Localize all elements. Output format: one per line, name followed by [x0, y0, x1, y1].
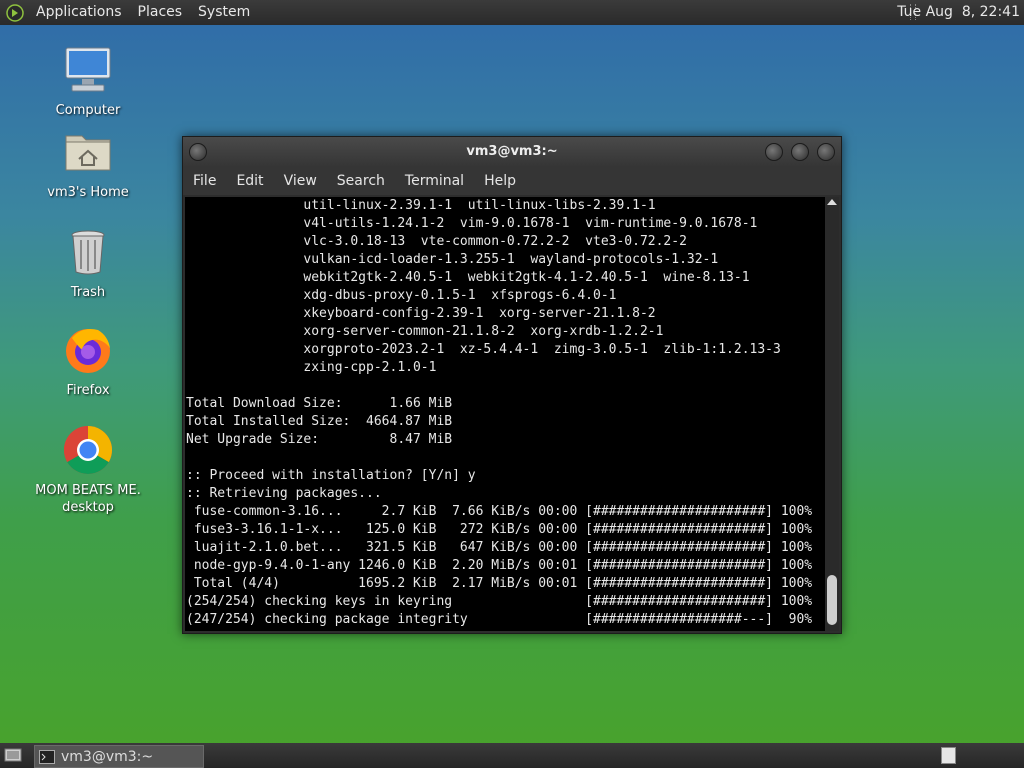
terminal-line: node-gyp-9.4.0-1-any 1246.0 KiB 2.20 MiB…: [186, 558, 813, 573]
window-title: vm3@vm3:~: [466, 144, 558, 159]
terminal-line: Total Installed Size: 4664.87 MiB: [186, 414, 453, 429]
show-desktop-icon[interactable]: [4, 747, 22, 763]
taskbar-window-button[interactable]: vm3@vm3:~: [34, 745, 204, 768]
menu-terminal[interactable]: Terminal: [395, 167, 474, 195]
menu-search[interactable]: Search: [327, 167, 395, 195]
menu-edit[interactable]: Edit: [226, 167, 273, 195]
terminal-line: vlc-3.0.18-13 vte-common-0.72.2-2 vte3-0…: [186, 234, 687, 249]
terminal-line: v4l-utils-1.24.1-2 vim-9.0.1678-1 vim-ru…: [186, 216, 758, 231]
terminal-line: xorg-server-common-21.1.8-2 xorg-xrdb-1.…: [186, 324, 664, 339]
trash-icon: [71, 230, 105, 275]
clock[interactable]: Tue Aug 8, 22:41: [897, 0, 1020, 25]
terminal-line: Net Upgrade Size: 8.47 MiB: [186, 432, 453, 447]
chrome-icon: [63, 426, 113, 475]
terminal-line: util-linux-2.39.1-1 util-linux-libs-2.39…: [186, 198, 656, 213]
terminal-line: webkit2gtk-2.40.5-1 webkit2gtk-4.1-2.40.…: [186, 270, 750, 285]
terminal-line: luajit-2.1.0.bet... 321.5 KiB 647 KiB/s …: [186, 540, 813, 555]
top-panel: Applications Places System Tue Aug 8, 22…: [0, 0, 1024, 25]
desktop-icon-home[interactable]: vm3's Home: [28, 126, 148, 201]
terminal-line: (247/254) checking package integrity [##…: [186, 612, 813, 627]
taskbar-window-label: vm3@vm3:~: [61, 748, 154, 765]
terminal-line: xkeyboard-config-2.39-1 xorg-server-21.1…: [186, 306, 656, 321]
desktop-icon-computer[interactable]: Computer: [28, 44, 148, 119]
terminal-line: :: Proceed with installation? [Y/n] y: [186, 468, 476, 483]
terminal-line: fuse3-3.16.1-1-x... 125.0 KiB 272 KiB/s …: [186, 522, 813, 537]
desktop-icon-label: Trash: [70, 285, 106, 300]
terminal-line: xorgproto-2023.2-1 xz-5.4.4-1 zimg-3.0.5…: [186, 342, 781, 357]
close-button[interactable]: [817, 143, 835, 161]
places-menu[interactable]: Places: [130, 0, 191, 25]
system-menu[interactable]: System: [190, 0, 258, 25]
desktop-icon-trash[interactable]: Trash: [28, 226, 148, 301]
scrollbar-thumb[interactable]: [827, 575, 837, 625]
menu-view[interactable]: View: [274, 167, 327, 195]
window-menu-button[interactable]: [189, 143, 207, 161]
maximize-button[interactable]: [791, 143, 809, 161]
minimize-button[interactable]: [765, 143, 783, 161]
desktop-icon-chrome-launcher[interactable]: MOM BEATS ME. desktop: [28, 424, 148, 516]
terminal-line: fuse-common-3.16... 2.7 KiB 7.66 KiB/s 0…: [186, 504, 813, 519]
terminal-icon: [39, 749, 55, 764]
bottom-panel: vm3@vm3:~: [0, 743, 1024, 768]
distro-logo-icon[interactable]: [6, 3, 24, 22]
top-menu: Applications Places System: [28, 0, 258, 25]
terminal-line: zxing-cpp-2.1.0-1: [186, 360, 437, 375]
terminal-line: :: Retrieving packages...: [186, 486, 382, 501]
desktop-icon-label: Computer: [55, 103, 121, 118]
firefox-icon: [66, 329, 110, 373]
menu-file[interactable]: File: [183, 167, 226, 195]
terminal-line: xdg-dbus-proxy-0.1.5-1 xfsprogs-6.4.0-1: [186, 288, 617, 303]
terminal-scrollbar[interactable]: [825, 197, 839, 631]
terminal-line: Total (4/4) 1695.2 KiB 2.17 MiB/s 00:01 …: [186, 576, 813, 591]
home-folder-icon: [65, 135, 111, 171]
window-titlebar[interactable]: vm3@vm3:~: [183, 137, 841, 167]
scroll-up-arrow-icon[interactable]: [827, 199, 837, 205]
workspace-switcher[interactable]: [941, 747, 956, 764]
desktop-icon-firefox[interactable]: Firefox: [28, 324, 148, 399]
terminal-line: vulkan-icd-loader-1.3.255-1 wayland-prot…: [186, 252, 719, 267]
desktop-icon-label: Firefox: [66, 383, 110, 398]
terminal-line: (254/254) checking keys in keyring [####…: [186, 594, 813, 609]
computer-icon: [65, 47, 111, 92]
terminal-output[interactable]: util-linux-2.39.1-1 util-linux-libs-2.39…: [185, 197, 825, 631]
terminal-line: [185, 377, 825, 395]
desktop-icon-label: MOM BEATS ME. desktop: [35, 483, 141, 515]
applications-menu[interactable]: Applications: [28, 0, 130, 25]
desktop-icon-label: vm3's Home: [47, 185, 129, 200]
terminal-window[interactable]: vm3@vm3:~ File Edit View Search Terminal…: [182, 136, 842, 634]
terminal-line: [185, 449, 825, 467]
terminal-line: Total Download Size: 1.66 MiB: [186, 396, 453, 411]
menu-help[interactable]: Help: [474, 167, 526, 195]
terminal-menubar: File Edit View Search Terminal Help: [183, 167, 841, 195]
